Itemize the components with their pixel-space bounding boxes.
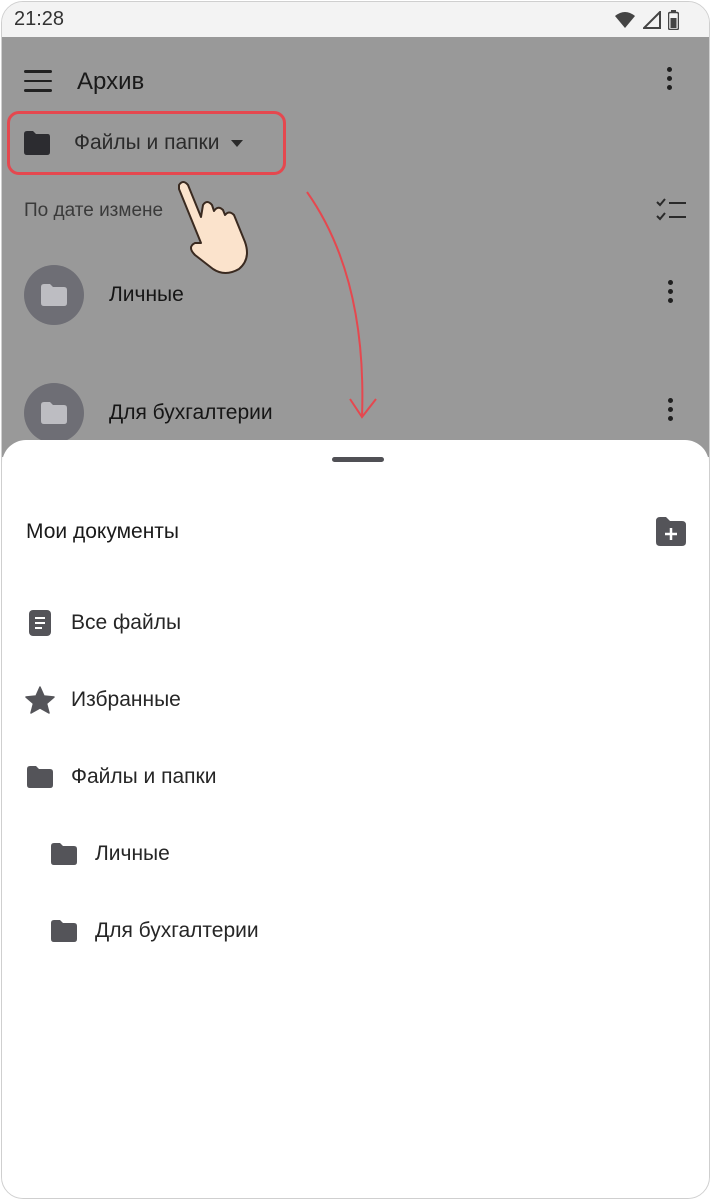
folder-name: Для бухгалтерии	[109, 401, 273, 424]
sheet-item-personal[interactable]: Личные	[2, 829, 709, 879]
sheet-item-favorites[interactable]: Избранные	[2, 675, 709, 725]
status-time: 21:28	[14, 8, 65, 30]
sort-label[interactable]: По дате измене	[24, 200, 163, 222]
folder-icon	[24, 131, 50, 155]
section-dropdown-label: Файлы и папки	[74, 131, 220, 154]
more-options-button[interactable]	[657, 67, 681, 97]
battery-icon	[668, 9, 679, 30]
bottom-sheet: Мои документы Все файлы Избранные Файлы …	[2, 440, 709, 1198]
add-folder-icon[interactable]	[654, 516, 688, 548]
signal-icon	[643, 10, 661, 29]
more-options-button[interactable]	[660, 398, 680, 428]
sheet-item-label: Файлы и папки	[71, 765, 217, 788]
sheet-item-accounting[interactable]: Для бухгалтерии	[2, 906, 709, 956]
folder-name: Личные	[109, 283, 184, 306]
more-options-button[interactable]	[660, 280, 680, 310]
sheet-title: Мои документы	[26, 520, 180, 543]
checklist-icon[interactable]	[655, 197, 687, 225]
folder-icon	[25, 762, 55, 792]
sheet-drag-handle[interactable]	[332, 457, 384, 462]
chevron-down-icon	[231, 139, 244, 147]
annotation-arrow	[306, 191, 377, 419]
star-icon	[25, 685, 55, 715]
sheet-item-all-files[interactable]: Все файлы	[2, 598, 709, 648]
section-dropdown[interactable]: Файлы и папки	[7, 111, 286, 175]
sheet-item-label: Все файлы	[71, 611, 182, 634]
status-icons	[614, 9, 679, 30]
sheet-item-files-and-folders[interactable]: Файлы и папки	[2, 752, 709, 802]
folder-icon	[49, 839, 79, 869]
app-background: Архив Файлы и папки По дате измене Личны…	[2, 37, 709, 457]
folder-avatar	[24, 265, 84, 325]
device-frame: 21:28 Архив Файлы и папки По дате измене…	[1, 1, 710, 1199]
sheet-item-label: Избранные	[71, 688, 181, 711]
status-bar: 21:28	[2, 2, 709, 37]
wifi-icon	[615, 11, 635, 28]
document-icon	[25, 608, 55, 638]
pointer-hand-icon	[178, 181, 248, 274]
page-title: Архив	[77, 68, 145, 95]
sheet-item-label: Личные	[95, 842, 170, 865]
folder-icon	[41, 402, 67, 424]
folder-icon	[49, 916, 79, 946]
sheet-item-label: Для бухгалтерии	[95, 919, 259, 942]
folder-avatar	[24, 383, 84, 443]
folder-icon	[41, 284, 67, 306]
menu-button[interactable]	[24, 70, 52, 92]
